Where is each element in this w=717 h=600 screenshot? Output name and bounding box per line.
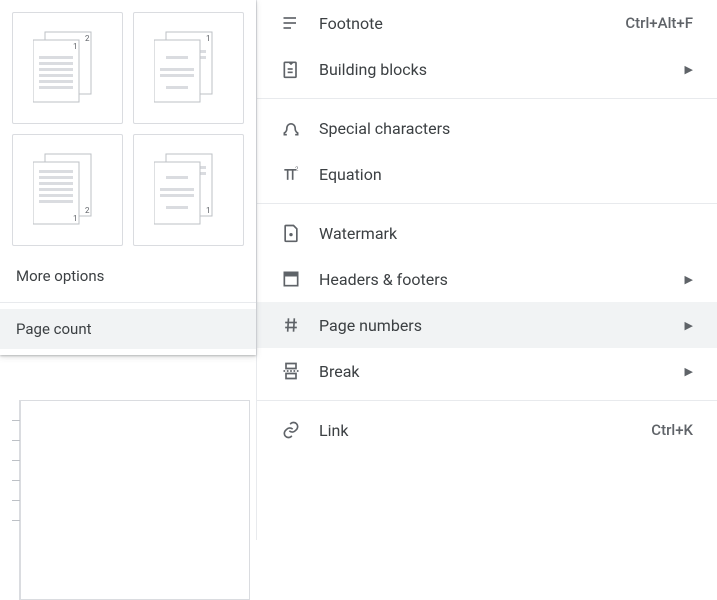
link-icon	[279, 418, 303, 442]
menu-label: Footnote	[319, 14, 625, 33]
menu-label: Equation	[319, 165, 693, 184]
page-count-label: Page count	[16, 320, 92, 338]
more-options-item[interactable]: More options	[0, 256, 256, 296]
submenu-separator	[0, 302, 256, 303]
svg-text:2: 2	[85, 206, 90, 215]
vertical-ruler	[0, 400, 20, 600]
menu-label: Watermark	[319, 224, 693, 243]
svg-text:1: 1	[206, 206, 211, 215]
document-page	[20, 400, 250, 600]
submenu-arrow-icon: ▶	[685, 319, 693, 332]
menu-item-break[interactable]: Break ▶	[257, 348, 717, 394]
pi-icon: 2	[279, 162, 303, 186]
page-thumb-icon: 2 1	[33, 26, 103, 110]
menu-item-special-characters[interactable]: Special characters	[257, 105, 717, 151]
page-numbers-submenu: 2 1 1	[0, 0, 256, 355]
submenu-arrow-icon: ▶	[685, 63, 693, 76]
svg-text:2: 2	[295, 167, 299, 173]
menu-separator	[257, 98, 717, 99]
menu-separator	[257, 400, 717, 401]
svg-text:1: 1	[206, 34, 211, 43]
menu-label: Special characters	[319, 119, 693, 138]
page-thumb-icon: 2 1	[33, 148, 103, 232]
menu-item-link[interactable]: Link Ctrl+K	[257, 407, 717, 453]
watermark-icon	[279, 221, 303, 245]
headers-footers-icon	[279, 267, 303, 291]
svg-text:2: 2	[85, 34, 90, 43]
page-number-style-footer-skip-first[interactable]: 1	[133, 134, 244, 246]
page-count-item[interactable]: Page count	[0, 309, 256, 349]
more-options-label: More options	[16, 267, 104, 285]
page-break-icon	[279, 359, 303, 383]
page-thumb-icon: 1	[154, 148, 224, 232]
menu-item-building-blocks[interactable]: Building blocks ▶	[257, 46, 717, 92]
menu-shortcut: Ctrl+Alt+F	[625, 14, 693, 32]
menu-label: Link	[319, 421, 651, 440]
menu-label: Break	[319, 362, 677, 381]
menu-label: Building blocks	[319, 60, 677, 79]
building-blocks-icon	[279, 57, 303, 81]
page-number-style-header-skip-first[interactable]: 1	[133, 12, 244, 124]
submenu-arrow-icon: ▶	[685, 365, 693, 378]
menu-item-equation[interactable]: 2 Equation	[257, 151, 717, 197]
menu-shortcut: Ctrl+K	[651, 421, 693, 439]
svg-text:1: 1	[73, 42, 78, 51]
menu-label: Headers & footers	[319, 270, 677, 289]
page-number-style-grid: 2 1 1	[0, 8, 256, 256]
menu-label: Page numbers	[319, 316, 677, 335]
menu-item-headers-footers[interactable]: Headers & footers ▶	[257, 256, 717, 302]
page-number-style-header-first[interactable]: 2 1	[12, 12, 123, 124]
menu-item-page-numbers[interactable]: Page numbers ▶	[257, 302, 717, 348]
menu-separator	[257, 203, 717, 204]
page-thumb-icon: 1	[154, 26, 224, 110]
page-number-style-footer-first[interactable]: 2 1	[12, 134, 123, 246]
menu-item-watermark[interactable]: Watermark	[257, 210, 717, 256]
menu-item-footnote[interactable]: Footnote Ctrl+Alt+F	[257, 0, 717, 46]
omega-icon	[279, 116, 303, 140]
insert-menu: Footnote Ctrl+Alt+F Building blocks ▶ Sp…	[256, 0, 717, 540]
svg-text:1: 1	[73, 214, 78, 223]
footnote-icon	[279, 11, 303, 35]
submenu-arrow-icon: ▶	[685, 273, 693, 286]
hash-icon	[279, 313, 303, 337]
